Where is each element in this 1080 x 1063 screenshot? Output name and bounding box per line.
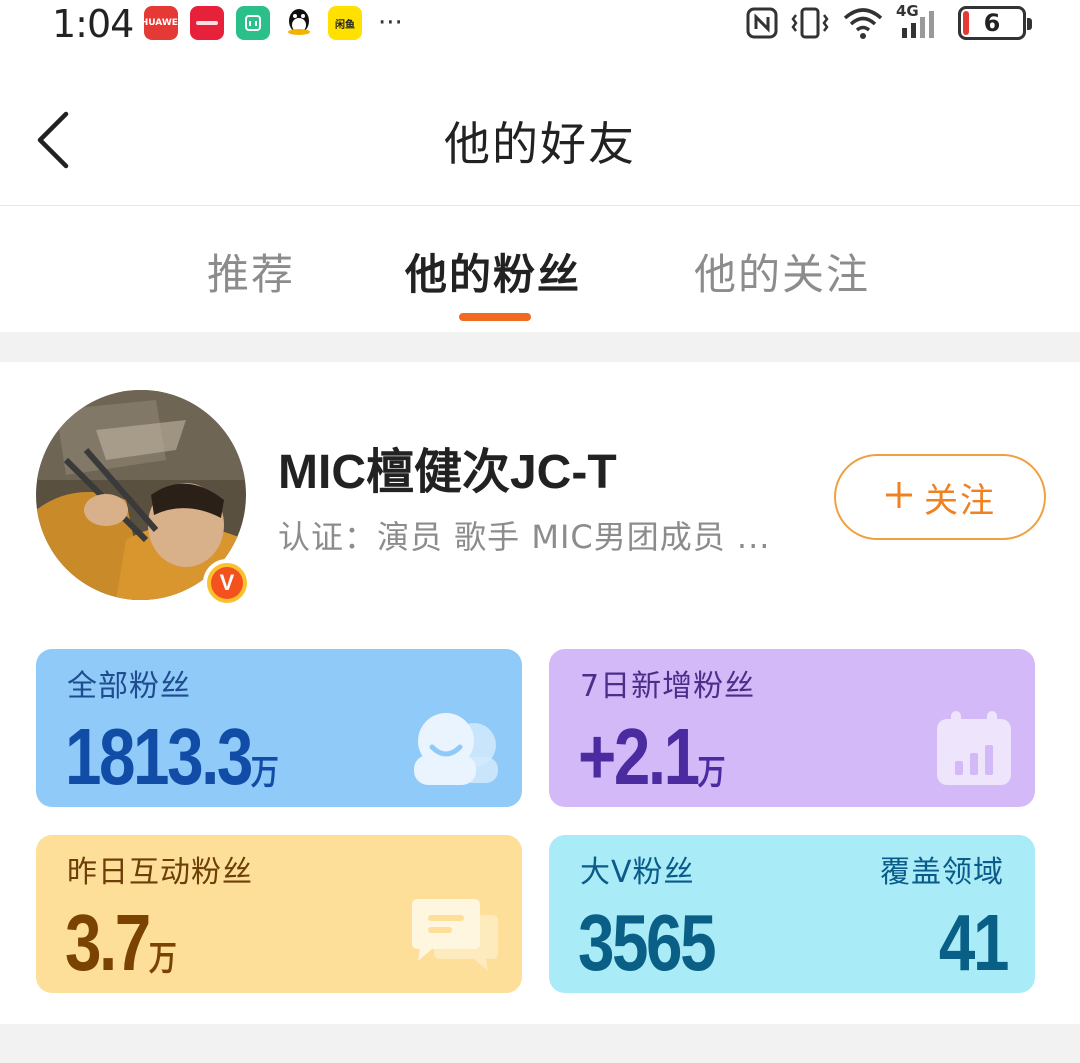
interactive-fans-unit: 万 xyxy=(148,940,177,978)
big-v-fans-card[interactable]: 大V粉丝 覆盖领域 3565 41 xyxy=(549,835,1035,993)
all-fans-unit: 万 xyxy=(250,754,279,792)
signal-4g-icon: 4G xyxy=(896,2,946,42)
all-fans-label: 全部粉丝 xyxy=(67,669,191,704)
interactive-fans-value-row: 3.7万 xyxy=(65,903,177,983)
battery-indicator: 6 xyxy=(958,6,1032,40)
plus-icon xyxy=(884,477,914,517)
status-time: 1:04 xyxy=(52,2,134,46)
tab-his-fans[interactable]: 他的粉丝 xyxy=(405,241,581,302)
nav-header: 他的好友 xyxy=(0,78,1080,206)
wifi-icon xyxy=(842,4,884,42)
xianyu-icon: 闲鱼 xyxy=(328,6,362,40)
verified-v-badge: V xyxy=(203,559,251,607)
all-fans-card[interactable]: 全部粉丝 1813.3万 xyxy=(36,649,522,807)
qq-icon xyxy=(282,6,316,40)
new-fans-7d-unit: 万 xyxy=(697,754,726,792)
tab-bar: 推荐 他的粉丝 他的关注 xyxy=(0,207,1080,331)
bottom-divider xyxy=(0,1024,1080,1063)
active-tab-indicator xyxy=(459,313,531,321)
coverage-label: 覆盖领域 xyxy=(880,855,1004,890)
follow-button[interactable]: 关注 xyxy=(834,454,1046,540)
chat-bubble-icon xyxy=(410,895,502,979)
section-divider xyxy=(0,332,1080,362)
interactive-fans-card[interactable]: 昨日互动粉丝 3.7万 xyxy=(36,835,522,993)
new-fans-7d-value-row: +2.1万 xyxy=(578,717,726,797)
nfc-icon xyxy=(746,4,778,42)
all-fans-value: 1813.3 xyxy=(65,712,253,801)
red-app-icon xyxy=(190,6,224,40)
big-v-fans-value: 3565 xyxy=(578,898,717,987)
new-fans-7d-value: +2.1 xyxy=(578,712,700,801)
coverage-value: 41 xyxy=(938,898,1010,987)
mijia-icon xyxy=(236,6,270,40)
user-name[interactable]: MIC檀健次JC-T xyxy=(278,432,617,502)
fans-face-icon xyxy=(410,709,502,793)
more-notifications-icon: ··· xyxy=(378,8,403,38)
follow-label: 关注 xyxy=(924,480,996,521)
new-fans-7d-card[interactable]: 7日新增粉丝 +2.1万 xyxy=(549,649,1035,807)
calendar-chart-icon xyxy=(933,709,1015,793)
tab-his-following[interactable]: 他的关注 xyxy=(694,241,870,302)
interactive-fans-label: 昨日互动粉丝 xyxy=(67,855,253,890)
big-v-fans-label: 大V粉丝 xyxy=(580,855,695,890)
status-bar: 1:04 HUAWEI 闲鱼 ··· 4G 6 xyxy=(0,0,1080,58)
status-indicators: 4G 6 xyxy=(746,2,1032,42)
page-title: 他的好友 xyxy=(444,117,636,171)
huawei-appgallery-icon: HUAWEI xyxy=(141,6,181,40)
notification-app-icons: HUAWEI 闲鱼 ··· xyxy=(141,6,403,40)
all-fans-value-row: 1813.3万 xyxy=(65,717,279,797)
verification-info: 认证：演员 歌手 MIC男团成员 ... xyxy=(278,518,771,556)
interactive-fans-value: 3.7 xyxy=(65,898,151,987)
battery-level: 6 xyxy=(983,9,1001,37)
verified-badge-label: V xyxy=(211,567,243,599)
new-fans-7d-label: 7日新增粉丝 xyxy=(580,669,756,704)
tab-recommend[interactable]: 推荐 xyxy=(207,241,295,302)
vibrate-icon xyxy=(790,4,830,42)
